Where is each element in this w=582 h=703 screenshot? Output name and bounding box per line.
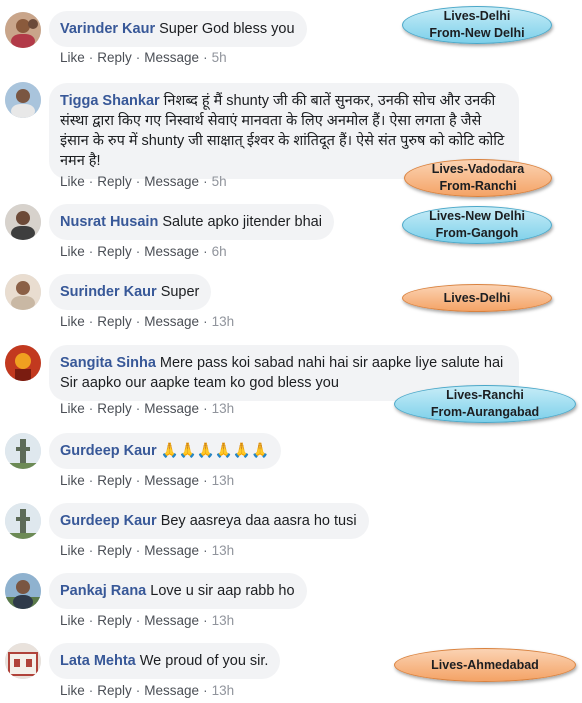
comment-actions: Like · Reply · Message · 13h [60, 401, 235, 416]
timestamp[interactable]: 13h [212, 683, 235, 698]
comment-actions: Like · Reply · Message · 13h [60, 543, 235, 558]
comment-bubble: Gurdeep Kaur Bey aasreya daa aasra ho tus… [49, 503, 369, 539]
commenter-name[interactable]: Pankaj Rana [60, 583, 146, 599]
avatar[interactable] [5, 573, 41, 609]
comment-actions: Like · Reply · Message · 5h [60, 174, 227, 189]
reply-button[interactable]: Reply [97, 401, 132, 416]
avatar[interactable] [5, 345, 41, 381]
location-tag-line2: From-Gangoh [435, 226, 519, 240]
timestamp[interactable]: 5h [212, 50, 227, 65]
comment-text: Salute apko jitender bhai [162, 214, 322, 230]
comment-text: Super God bless you [159, 21, 295, 37]
timestamp[interactable]: 6h [212, 244, 227, 259]
comment-bubble: Surinder Kaur Super [49, 274, 212, 310]
avatar[interactable] [5, 82, 41, 118]
message-button[interactable]: Message [144, 314, 199, 329]
like-button[interactable]: Like [60, 401, 85, 416]
commenter-name[interactable]: Tigga Shankar [60, 93, 160, 109]
like-button[interactable]: Like [60, 683, 85, 698]
comment-actions: Like · Reply · Message · 13h [60, 613, 235, 628]
comment-actions: Like · Reply · Message · 13h [60, 473, 235, 488]
comment-bubble: Varinder Kaur Super God bless you [49, 11, 307, 47]
like-button[interactable]: Like [60, 174, 85, 189]
timestamp[interactable]: 13h [212, 543, 235, 558]
commenter-name[interactable]: Surinder Kaur [60, 284, 157, 300]
commenter-name[interactable]: Gurdeep Kaur [60, 443, 157, 459]
message-button[interactable]: Message [144, 543, 199, 558]
avatar[interactable] [5, 12, 41, 48]
comment-text: We proud of you sir. [139, 653, 269, 669]
location-tag: Lives-Delhi From-New Delhi [402, 6, 552, 44]
message-button[interactable]: Message [144, 683, 199, 698]
like-button[interactable]: Like [60, 244, 85, 259]
location-tag-line2: From-New Delhi [429, 26, 525, 40]
commenter-name[interactable]: Gurdeep Kaur [60, 513, 157, 529]
comment-text: Super [160, 284, 200, 300]
avatar[interactable] [5, 433, 41, 469]
location-tag-line1: Lives-Vadodara [431, 162, 525, 176]
comment-actions: Like · Reply · Message · 5h [60, 50, 227, 65]
timestamp[interactable]: 13h [212, 613, 235, 628]
avatar[interactable] [5, 274, 41, 310]
location-tag-line1: Lives-Delhi [443, 9, 511, 23]
timestamp[interactable]: 13h [212, 401, 235, 416]
like-button[interactable]: Like [60, 50, 85, 65]
location-tag-line1: Lives-New Delhi [429, 209, 525, 223]
comment-actions: Like · Reply · Message · 13h [60, 314, 235, 329]
like-button[interactable]: Like [60, 613, 85, 628]
comment-bubble: Gurdeep Kaur 🙏🙏🙏🙏🙏🙏 [49, 433, 282, 469]
location-tag-line2: From-Ranchi [439, 179, 517, 193]
commenter-name[interactable]: Varinder Kaur [60, 21, 155, 37]
reply-button[interactable]: Reply [97, 683, 132, 698]
reply-button[interactable]: Reply [97, 613, 132, 628]
comment-text: Bey aasreya daa aasra ho tusi [160, 513, 357, 529]
commenter-name[interactable]: Lata Mehta [60, 653, 136, 669]
message-button[interactable]: Message [144, 244, 199, 259]
like-button[interactable]: Like [60, 543, 85, 558]
reply-button[interactable]: Reply [97, 543, 132, 558]
comment-bubble: Pankaj Rana Love u sir aap rabb ho [49, 573, 307, 609]
message-button[interactable]: Message [144, 50, 199, 65]
timestamp[interactable]: 13h [212, 314, 235, 329]
location-tag-line2: From-Aurangabad [430, 405, 540, 419]
location-tag: Lives-Delhi [402, 284, 552, 312]
location-tag: Lives-Ahmedabad [394, 648, 576, 682]
location-tag-line1: Lives-Delhi [443, 290, 511, 305]
location-tag-line1: Lives-Ahmedabad [431, 657, 539, 672]
comment-bubble: Nusrat Husain Salute apko jitender bhai [49, 204, 334, 240]
message-button[interactable]: Message [144, 613, 199, 628]
location-tag: Lives-Vadodara From-Ranchi [404, 159, 552, 197]
timestamp[interactable]: 13h [212, 473, 235, 488]
reply-button[interactable]: Reply [97, 314, 132, 329]
like-button[interactable]: Like [60, 314, 85, 329]
like-button[interactable]: Like [60, 473, 85, 488]
reply-button[interactable]: Reply [97, 174, 132, 189]
location-tag: Lives-Ranchi From-Aurangabad [394, 385, 576, 423]
reply-button[interactable]: Reply [97, 473, 132, 488]
message-button[interactable]: Message [144, 174, 199, 189]
avatar[interactable] [5, 503, 41, 539]
reply-button[interactable]: Reply [97, 50, 132, 65]
avatar[interactable] [5, 643, 41, 679]
location-tag-line1: Lives-Ranchi [446, 388, 524, 402]
reply-button[interactable]: Reply [97, 244, 132, 259]
comment-text: 🙏🙏🙏🙏🙏🙏 [160, 443, 270, 459]
commenter-name[interactable]: Sangita Sinha [60, 355, 156, 371]
commenter-name[interactable]: Nusrat Husain [60, 214, 158, 230]
location-tag: Lives-New Delhi From-Gangoh [402, 206, 552, 244]
comment-actions: Like · Reply · Message · 13h [60, 683, 235, 698]
avatar[interactable] [5, 204, 41, 240]
comment-bubble: Lata Mehta We proud of you sir. [49, 643, 281, 679]
message-button[interactable]: Message [144, 401, 199, 416]
comment-actions: Like · Reply · Message · 6h [60, 244, 227, 259]
timestamp[interactable]: 5h [212, 174, 227, 189]
message-button[interactable]: Message [144, 473, 199, 488]
comment-text: Love u sir aap rabb ho [150, 583, 295, 599]
